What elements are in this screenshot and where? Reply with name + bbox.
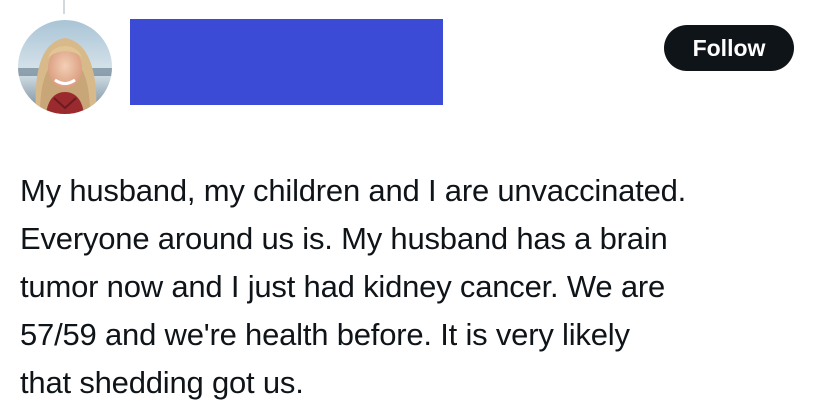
avatar-image — [18, 20, 112, 114]
post-text: My husband, my children and I are unvacc… — [20, 167, 820, 407]
post-text-line: 57/59 and we're health before. It is ver… — [20, 317, 630, 352]
redacted-username-block — [130, 19, 443, 105]
post-text-line: My husband, my children and I are unvacc… — [20, 173, 687, 208]
thread-connector-line — [63, 0, 65, 14]
post-text-line: that shedding got us. — [20, 365, 304, 400]
post-text-line: Everyone around us is. My husband has a … — [20, 221, 668, 256]
post-text-line: tumor now and I just had kidney cancer. … — [20, 269, 666, 304]
follow-button[interactable]: Follow — [664, 25, 794, 71]
avatar[interactable] — [18, 20, 112, 114]
